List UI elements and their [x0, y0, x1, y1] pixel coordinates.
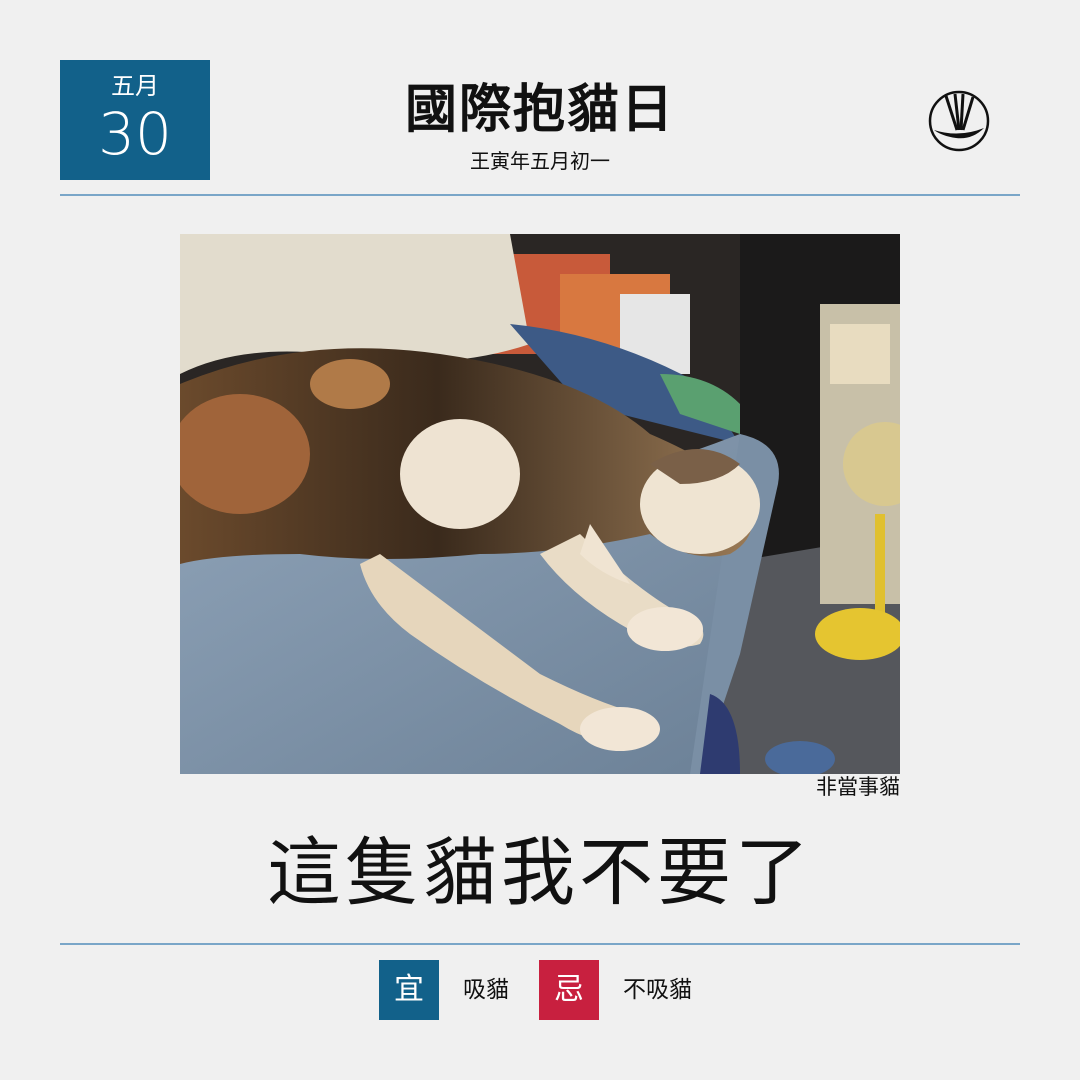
- brush-circle-logo-icon: [926, 88, 992, 154]
- date-badge: 五月 30: [60, 60, 210, 180]
- good-text: 吸貓: [463, 977, 509, 1003]
- bottom-divider: [60, 943, 1020, 945]
- bad-text: 不吸貓: [623, 977, 692, 1003]
- calendar-card: 五月 30 國際抱貓日 王寅年五月初一 非當事貓 這隻貓我不要了 宜 吸貓 忌 …: [0, 0, 1080, 1080]
- top-divider: [60, 194, 1020, 196]
- good-badge: 宜: [379, 960, 439, 1020]
- date-month: 五月: [111, 72, 159, 100]
- lunar-date-subtitle: 王寅年五月初一: [470, 149, 610, 173]
- cat-photo: [180, 234, 900, 774]
- photo-caption: 非當事貓: [816, 775, 900, 799]
- page-title: 國際抱貓日: [404, 80, 675, 140]
- headline: 這隻貓我不要了: [267, 830, 813, 916]
- date-day: 30: [98, 100, 172, 168]
- bad-badge: 忌: [539, 960, 599, 1020]
